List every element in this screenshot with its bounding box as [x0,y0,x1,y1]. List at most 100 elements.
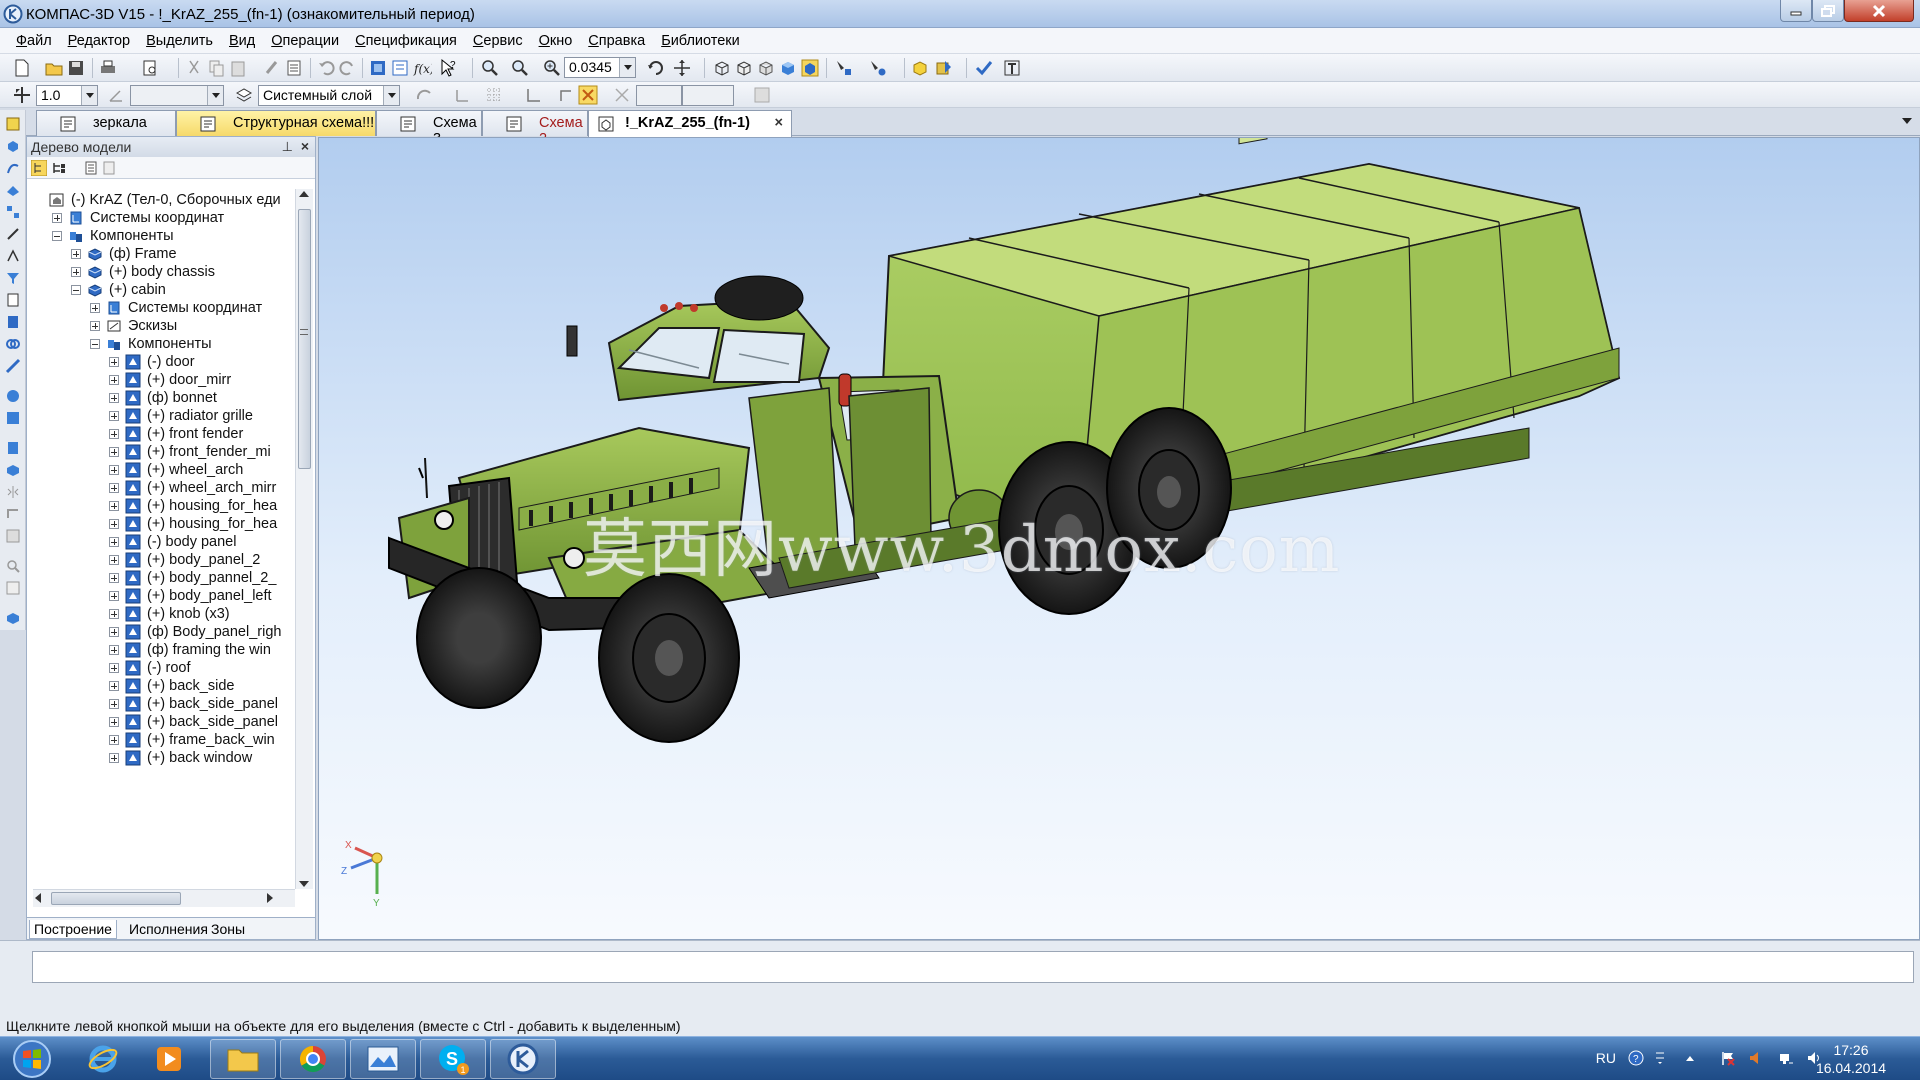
expand-plus-icon[interactable] [109,627,119,637]
function-fx-icon[interactable]: f(x) [412,58,432,78]
coordinates-icon[interactable] [612,85,632,105]
menu-window[interactable]: Окно [531,33,581,49]
taskbar-explorer[interactable] [210,1039,276,1079]
tree-settings-icon[interactable] [101,160,117,176]
build-order-icon[interactable] [31,160,47,176]
kompas-app-icon[interactable] [3,4,23,24]
tab-scheme-3[interactable]: Схема 3 [376,110,482,147]
spec-object-icon[interactable] [5,410,21,426]
curve-icon[interactable] [5,160,21,176]
coord-y-field[interactable] [682,85,734,106]
parts-library-icon[interactable] [5,440,21,456]
report-icon[interactable] [5,314,21,330]
menu-operations[interactable]: Операции [263,33,347,49]
tab-versions[interactable]: Исполнения [125,920,212,938]
measure-icon[interactable] [5,358,21,374]
show-structure-icon[interactable] [83,160,99,176]
taskbar-internet-explorer[interactable] [70,1039,136,1079]
show-hidden-icons-icon[interactable] [1682,1050,1698,1066]
assembly-icon[interactable] [5,462,21,478]
thin-hidden-lines-icon[interactable] [756,58,776,78]
orientation-icon[interactable] [414,85,434,105]
sheet-metal-icon[interactable] [5,506,21,522]
scroll-thumb[interactable] [298,209,311,469]
taskbar-skype[interactable]: S1 [420,1039,486,1079]
grid-icon[interactable] [484,85,504,105]
menu-service[interactable]: Сервис [465,33,531,49]
new-document-icon[interactable] [12,58,32,78]
tree-node[interactable]: (+) back window [109,747,252,769]
menu-libraries[interactable]: Библиотеки [653,33,748,49]
language-indicator[interactable]: RU [1596,1050,1616,1066]
expand-plus-icon[interactable] [52,213,62,223]
wireframe-view-icon[interactable] [712,58,732,78]
expand-plus-icon[interactable] [109,483,119,493]
expand-plus-icon[interactable] [90,321,100,331]
expand-plus-icon[interactable] [109,663,119,673]
taskbar-image-viewer[interactable] [350,1039,416,1079]
assembly-cube-icon[interactable] [910,58,930,78]
extrude-icon[interactable] [5,138,21,154]
expand-plus-icon[interactable] [109,753,119,763]
close-button[interactable] [1844,0,1914,22]
scroll-right-icon[interactable] [267,893,273,903]
scroll-down-icon[interactable] [299,881,309,887]
mirror-icon[interactable] [5,484,21,500]
chevron-down-icon[interactable] [81,86,97,105]
close-tab-icon[interactable]: × [775,115,783,131]
local-cs-icon[interactable] [452,85,472,105]
expand-plus-icon[interactable] [109,519,119,529]
view-icon[interactable] [5,580,21,596]
edit-part-icon[interactable] [5,116,21,132]
scroll-left-icon[interactable] [35,893,41,903]
expand-plus-icon[interactable] [109,411,119,421]
pan-icon[interactable] [672,58,692,78]
minimize-button[interactable] [1780,0,1812,22]
menu-help[interactable]: Справка [580,33,653,49]
expand-plus-icon[interactable] [109,573,119,583]
ime-options-icon[interactable] [1652,1050,1668,1066]
hidden-lines-icon[interactable] [734,58,754,78]
orientation-cube-icon[interactable] [5,610,21,626]
dimensions-icon[interactable] [5,248,21,264]
expand-plus-icon[interactable] [109,357,119,367]
chevron-down-icon[interactable] [383,86,399,105]
scroll-thumb[interactable] [51,892,181,905]
expand-plus-icon[interactable] [109,699,119,709]
save-icon[interactable] [66,58,86,78]
undo-icon[interactable] [316,58,336,78]
expand-plus-icon[interactable] [109,537,119,547]
angle-step-combo[interactable] [130,85,224,106]
tree-structure-icon[interactable] [51,160,67,176]
speaker-tray-icon[interactable] [1748,1050,1764,1066]
expand-plus-icon[interactable] [109,681,119,691]
start-button-icon[interactable] [6,1039,58,1079]
tab-list-chevron-icon[interactable] [1902,118,1912,129]
properties-icon[interactable] [284,58,304,78]
stop-command-icon[interactable] [752,85,772,105]
apply-parameters-icon[interactable] [974,58,994,78]
collapse-minus-icon[interactable] [90,339,100,349]
expand-plus-icon[interactable] [109,717,119,727]
chevron-down-icon[interactable] [207,86,223,105]
expand-plus-icon[interactable] [109,429,119,439]
measure-tool-icon[interactable] [1002,58,1022,78]
expand-plus-icon[interactable] [109,447,119,457]
manager-icon[interactable] [368,58,388,78]
redo-icon[interactable] [338,58,358,78]
copy-icon[interactable] [206,58,226,78]
chevron-down-icon[interactable] [619,58,635,77]
filter-icon[interactable] [5,270,21,286]
open-folder-icon[interactable] [44,58,64,78]
expand-plus-icon[interactable] [109,393,119,403]
menu-view[interactable]: Вид [221,33,263,49]
expand-plus-icon[interactable] [109,555,119,565]
print-icon[interactable] [98,58,118,78]
menu-file[interactable]: Файл [8,33,60,49]
shaded-edges-icon[interactable] [800,58,820,78]
menu-select[interactable]: Выделить [138,33,221,49]
angle-step-icon[interactable] [106,85,126,105]
tab-mirrors[interactable]: зеркала [36,110,176,136]
zoom-in-icon[interactable] [542,58,562,78]
tab-scheme-2[interactable]: Схема 2 [482,110,588,147]
